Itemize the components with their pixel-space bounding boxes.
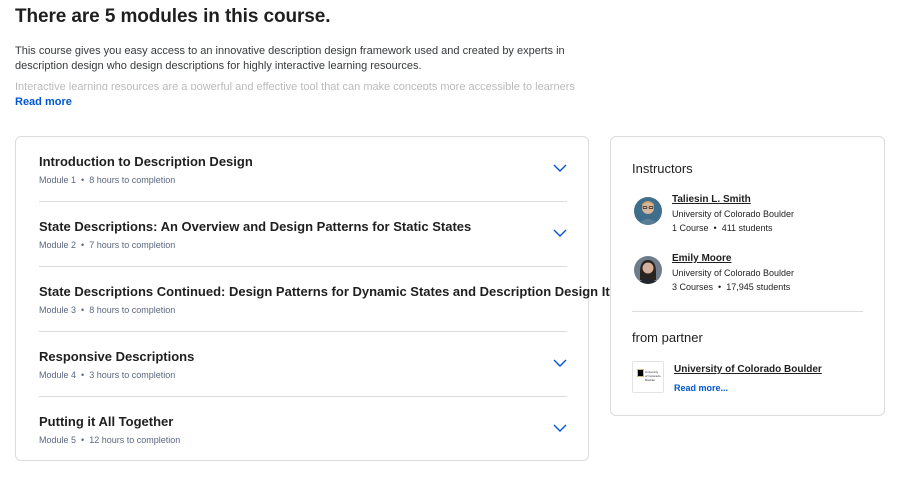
module-title: Putting it All Together (39, 414, 174, 429)
instructor-name-link[interactable]: Emily Moore (672, 253, 731, 264)
modules-card: Introduction to Description Design Modul… (15, 136, 653, 462)
instructor-course-count: 1 Course (672, 223, 709, 233)
separator-dot: • (81, 305, 85, 315)
separator-dot: • (81, 370, 85, 380)
instructor-org: University of Colorado Boulder (672, 209, 795, 219)
instructor-name-link[interactable]: Taliesin L. Smith (672, 194, 751, 205)
partner-name-link[interactable]: University of Colorado Boulder (674, 364, 822, 375)
module-label: Module 2 (39, 240, 77, 250)
partner-logo[interactable]: University of Colorado Boulder (632, 361, 664, 393)
partner-heading: from partner (632, 330, 703, 345)
module-label: Module 3 (39, 305, 77, 315)
instructor-student-count: 17,945 students (726, 282, 791, 292)
module-duration: 8 hours to completion (89, 175, 176, 185)
module-row-1[interactable]: Introduction to Description Design Modul… (39, 137, 567, 202)
course-description: This course gives you easy access to an … (15, 45, 565, 72)
instructor-course-count: 3 Courses (672, 282, 714, 292)
chevron-down-icon[interactable] (553, 163, 567, 173)
instructors-heading: Instructors (632, 161, 693, 176)
module-duration: 8 hours to completion (89, 305, 176, 315)
avatar[interactable] (634, 256, 662, 284)
module-duration: 7 hours to completion (89, 240, 176, 250)
module-label: Module 4 (39, 370, 77, 380)
separator-dot: • (713, 223, 717, 233)
instructor-org: University of Colorado Boulder (672, 268, 795, 278)
module-title: Responsive Descriptions (39, 349, 195, 364)
instructor-2: Emily Moore University of Colorado Bould… (632, 253, 872, 303)
chevron-down-icon[interactable] (553, 358, 567, 368)
chevron-down-icon[interactable] (553, 423, 567, 433)
separator-dot: • (81, 240, 85, 250)
read-more-link[interactable]: Read more (15, 96, 72, 108)
module-meta: Module 2 • 7 hours to completion (39, 240, 175, 250)
module-label: Module 5 (39, 435, 77, 445)
page-title: There are 5 modules in this course. (15, 6, 331, 27)
separator-dot: • (81, 435, 85, 445)
course-description-truncated: Interactive learning resources are a pow… (15, 81, 575, 90)
module-meta: Module 1 • 8 hours to completion (39, 175, 175, 185)
instructor-student-count: 411 students (721, 223, 773, 233)
module-label: Module 1 (39, 175, 77, 185)
instructor-stats: 1 Course • 411 students (672, 223, 773, 233)
divider (632, 311, 863, 312)
module-meta: Module 5 • 12 hours to completion (39, 435, 180, 445)
module-row-3[interactable]: State Descriptions Continued: Design Pat… (39, 267, 653, 332)
module-title: State Descriptions Continued: Design Pat… (39, 284, 654, 299)
module-row-5[interactable]: Putting it All Together Module 5 • 12 hour… (39, 397, 567, 462)
instructor-stats: 3 Courses • 17,945 students (672, 282, 790, 292)
module-row-2[interactable]: State Descriptions: An Overview and Desi… (39, 202, 567, 267)
module-title: State Descriptions: An Overview and Desi… (39, 219, 472, 234)
separator-dot: • (81, 175, 85, 185)
module-meta: Module 4 • 3 hours to completion (39, 370, 175, 380)
avatar[interactable] (634, 197, 662, 225)
module-row-4[interactable]: Responsive Descriptions Module 4 • 3 hours… (39, 332, 567, 397)
separator-dot: • (718, 282, 722, 292)
module-duration: 3 hours to completion (89, 370, 176, 380)
instructors-card: Instructors Taliesin L. Smith University… (610, 136, 885, 416)
module-duration: 12 hours to completion (89, 435, 181, 445)
chevron-down-icon[interactable] (553, 228, 567, 238)
partner-read-more-link[interactable]: Read more... (674, 383, 728, 393)
instructor-1: Taliesin L. Smith University of Colorado… (632, 194, 872, 244)
module-title: Introduction to Description Design (39, 154, 253, 169)
module-meta: Module 3 • 8 hours to completion (39, 305, 175, 315)
svg-text:Boulder: Boulder (645, 378, 655, 382)
